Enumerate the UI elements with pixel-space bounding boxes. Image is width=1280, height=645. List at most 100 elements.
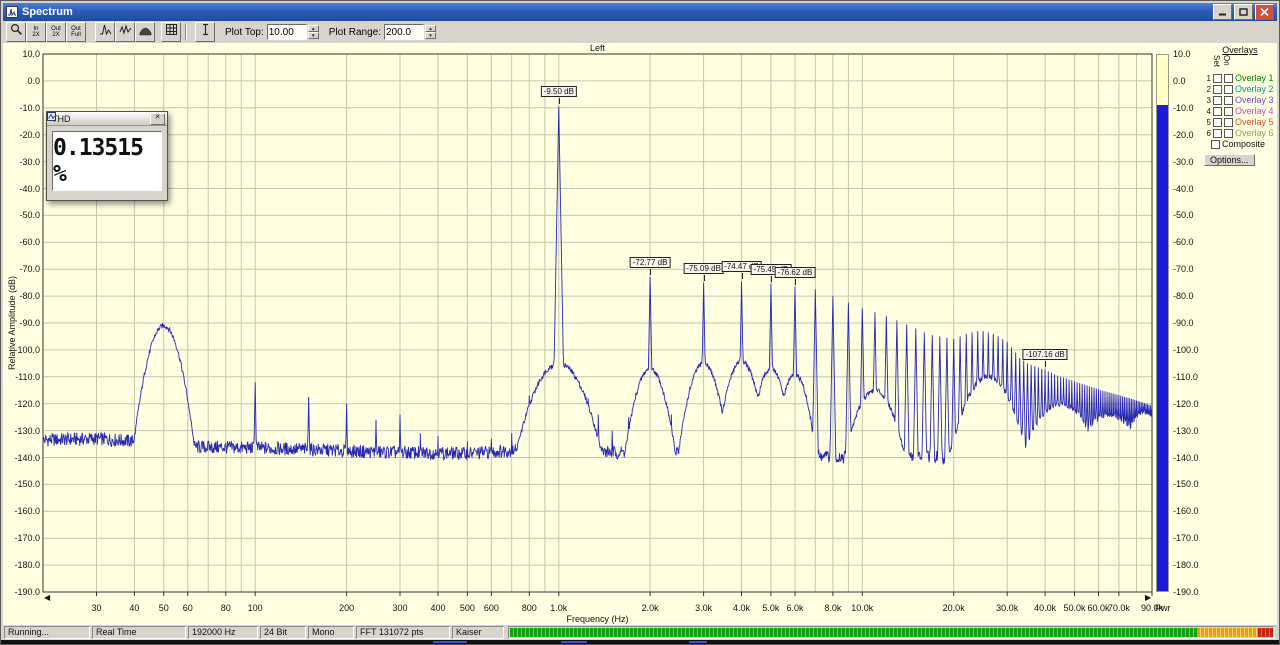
peak-marker-line bbox=[1045, 361, 1047, 368]
peak-marker-line bbox=[703, 274, 705, 281]
overlay-on-checkbox[interactable] bbox=[1224, 106, 1233, 116]
thd-titlebar[interactable]: THD ✕ bbox=[47, 112, 167, 126]
meter-amber-segment bbox=[1196, 628, 1258, 637]
x-scroll-left-button[interactable]: ◀ bbox=[44, 594, 50, 602]
y-tick-label-left: -120.0 bbox=[14, 398, 40, 409]
x-tick-label: 4.0k bbox=[732, 603, 751, 613]
zoom-select-button[interactable] bbox=[6, 22, 26, 42]
ibeam-icon bbox=[199, 23, 212, 41]
overlay-set-checkbox[interactable] bbox=[1213, 117, 1222, 127]
y-tick-label-left: -70.0 bbox=[19, 264, 40, 275]
overlay-on-checkbox[interactable] bbox=[1224, 117, 1233, 127]
peak-hold-button[interactable] bbox=[95, 22, 115, 42]
thd-window[interactable]: THD ✕ 0.13515 % bbox=[46, 111, 168, 201]
plot-range-input[interactable] bbox=[384, 24, 424, 40]
minimize-button[interactable] bbox=[1213, 4, 1232, 20]
grid-lines bbox=[42, 54, 1153, 592]
zoom-in-2x-button-label: 2X bbox=[32, 32, 40, 38]
filled-curve-icon bbox=[139, 23, 152, 41]
zoom-in-2x-button[interactable]: In 2X bbox=[26, 22, 46, 42]
taskbar-strip bbox=[1, 640, 1279, 644]
composite-checkbox[interactable] bbox=[1211, 139, 1220, 149]
x-tick-label: 60 bbox=[182, 603, 193, 613]
y-tick-label-left: -100.0 bbox=[14, 344, 40, 355]
plot-canvas bbox=[42, 53, 1153, 596]
window-title: Spectrum bbox=[22, 6, 73, 18]
overlay-set-checkbox[interactable] bbox=[1213, 106, 1222, 116]
overlay-label: Overlay 5 bbox=[1235, 117, 1274, 127]
line-plot-button[interactable] bbox=[115, 22, 135, 42]
line-curve-icon bbox=[119, 23, 132, 41]
y-tick-label-left: -20.0 bbox=[19, 129, 40, 140]
y-tick-label-left: -60.0 bbox=[19, 237, 40, 248]
status-panel: FFT 131072 pts bbox=[356, 626, 450, 639]
peak-curve-icon bbox=[99, 23, 112, 41]
plot-top-label: Plot Top: bbox=[225, 26, 264, 38]
overlays-options-button[interactable]: Options... bbox=[1204, 154, 1255, 166]
peak-marker-line bbox=[558, 98, 560, 105]
overlay-label: Overlay 3 bbox=[1235, 95, 1274, 105]
plot-top-input[interactable] bbox=[266, 24, 307, 40]
plot-range-spin-down-icon[interactable]: ▼ bbox=[425, 32, 436, 39]
x-axis-title: Frequency (Hz) bbox=[566, 614, 629, 624]
maximize-button[interactable] bbox=[1234, 4, 1253, 20]
overlay-set-checkbox[interactable] bbox=[1213, 84, 1222, 94]
overlay-on-checkbox[interactable] bbox=[1224, 128, 1233, 138]
peak-value-label: -107.16 dB bbox=[1022, 349, 1068, 361]
plot-top-spin-down-icon[interactable]: ▼ bbox=[307, 32, 319, 39]
maximize-icon bbox=[1239, 3, 1248, 21]
titlebar[interactable]: Spectrum bbox=[3, 3, 1277, 21]
y-tick-label-right: -180.0 bbox=[1173, 560, 1199, 571]
x-tick-label: 800 bbox=[521, 603, 537, 613]
overlay-on-checkbox[interactable] bbox=[1224, 73, 1233, 83]
zoom-out-full-button-label: Full bbox=[71, 32, 81, 38]
data-table-button[interactable] bbox=[161, 22, 181, 42]
x-scroll-right-button[interactable]: ▶ bbox=[1145, 594, 1151, 602]
overlay-on-checkbox[interactable] bbox=[1224, 84, 1233, 94]
overlay-row: 3 Overlay 3 bbox=[1202, 95, 1278, 105]
y-tick-label-right: -120.0 bbox=[1173, 398, 1199, 409]
thd-close-icon[interactable]: ✕ bbox=[150, 112, 165, 125]
overlay-row: 6 Overlay 6 bbox=[1202, 128, 1278, 138]
y-tick-label-left: -90.0 bbox=[19, 318, 40, 328]
overlay-number: 1 bbox=[1206, 73, 1211, 83]
plot-top-spin-up-icon[interactable]: ▲ bbox=[307, 25, 319, 32]
plot-range-spin-up-icon[interactable]: ▲ bbox=[425, 25, 436, 32]
x-tick-label: 20.0k bbox=[942, 603, 965, 613]
y-tick-label-left: 10.0 bbox=[22, 49, 40, 59]
y-tick-label-left: -40.0 bbox=[19, 183, 40, 194]
x-tick-label: 200 bbox=[339, 603, 355, 613]
peak-marker-line bbox=[741, 273, 743, 280]
x-tick-label: 10.0k bbox=[851, 603, 874, 613]
zoom-out-full-button[interactable]: Out Full bbox=[66, 22, 86, 42]
y-tick-label-right: -100.0 bbox=[1173, 344, 1199, 355]
y-tick-label-left: -190.0 bbox=[14, 587, 40, 597]
thd-window-title: THD bbox=[52, 113, 71, 124]
overlays-header: Overlays bbox=[1222, 45, 1258, 55]
zoom-out-2x-button[interactable]: Out 2X bbox=[46, 22, 66, 42]
overlay-set-checkbox[interactable] bbox=[1213, 128, 1222, 138]
x-tick-label: 100 bbox=[247, 603, 263, 613]
overlay-row: 5 Overlay 5 bbox=[1202, 117, 1278, 127]
x-tick-label: 80 bbox=[220, 603, 231, 613]
status-panel: Mono bbox=[308, 626, 354, 639]
peak-marker-line bbox=[795, 279, 796, 285]
x-tick-label: 3.0k bbox=[695, 603, 713, 613]
spectrum-window: Spectrum In2XOut2XOutFull Plot Top: ▲▼ P… bbox=[0, 0, 1280, 645]
overlay-number: 3 bbox=[1206, 95, 1211, 105]
filled-plot-button[interactable] bbox=[135, 22, 155, 42]
marker-tool-button[interactable] bbox=[195, 22, 215, 42]
y-tick-label-right: -110.0 bbox=[1173, 371, 1198, 382]
grid-icon bbox=[165, 23, 178, 41]
overlay-set-checkbox[interactable] bbox=[1213, 73, 1222, 83]
y-tick-label-left: -80.0 bbox=[19, 291, 40, 302]
overlay-row: 4 Overlay 4 bbox=[1202, 106, 1278, 116]
y-tick-label-left: -180.0 bbox=[14, 560, 40, 571]
plot-title: Left bbox=[589, 43, 605, 53]
peak-value-label: -9.50 dB bbox=[540, 86, 577, 98]
overlay-on-checkbox[interactable] bbox=[1224, 95, 1233, 105]
y-tick-label-right: -170.0 bbox=[1173, 533, 1199, 544]
minimize-icon bbox=[1218, 3, 1227, 21]
close-button[interactable] bbox=[1255, 4, 1274, 20]
overlay-set-checkbox[interactable] bbox=[1213, 95, 1222, 105]
